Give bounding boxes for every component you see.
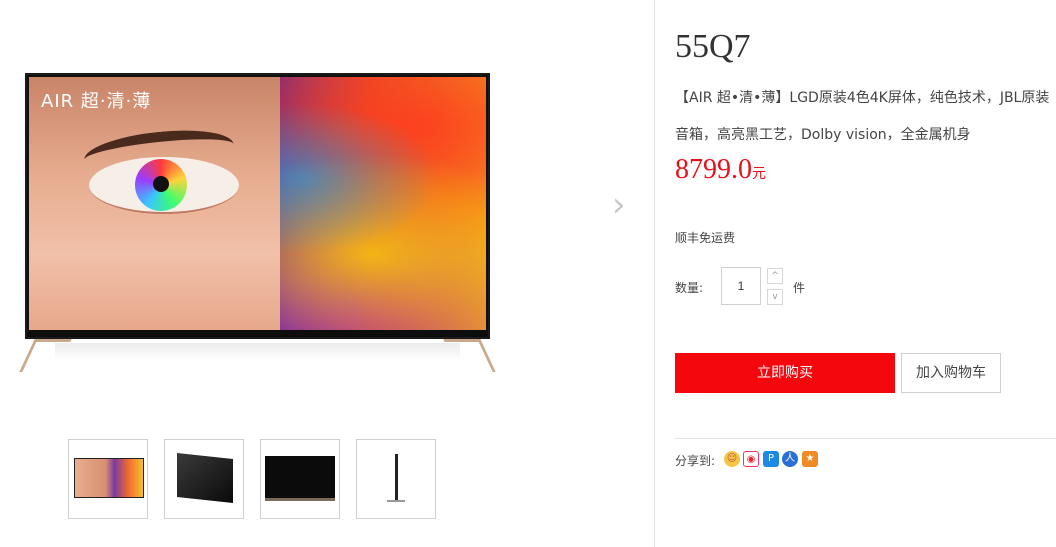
tv-reflection: [55, 343, 460, 361]
quantity-label: 数量:: [675, 281, 704, 295]
weibo-icon[interactable]: ◉: [743, 451, 759, 467]
share-label: 分享到:: [675, 454, 716, 468]
quantity-unit: 件: [793, 281, 806, 295]
price-value: 8799.0: [675, 154, 752, 185]
thumbnail-front-view[interactable]: [68, 439, 148, 519]
add-to-cart-button[interactable]: 加入购物车: [901, 353, 1001, 393]
qzone-icon[interactable]: ☺: [724, 451, 740, 467]
quantity-increase-button[interactable]: ^: [767, 268, 783, 284]
tv-bottom-bezel: [27, 330, 488, 337]
product-price: 8799.0元: [675, 154, 766, 186]
product-title: 55Q7: [675, 28, 751, 65]
thumbnail-image: [74, 458, 144, 498]
thumbnail-stand: [387, 500, 405, 506]
shipping-info: 顺丰免运费: [675, 231, 736, 245]
panel-divider: [654, 0, 655, 547]
tv-screen-eye: [89, 157, 239, 214]
thumbnail-image: [395, 454, 398, 500]
quantity-decrease-button[interactable]: v: [767, 289, 783, 305]
tv-screen-logo: AIR 超·清·薄: [41, 91, 152, 112]
next-image-arrow-icon[interactable]: ›: [612, 188, 638, 222]
renren-icon[interactable]: 人: [782, 451, 798, 467]
quantity-input[interactable]: [721, 267, 761, 305]
tv-screen: AIR 超·清·薄: [29, 77, 486, 330]
thumbnail-image: [265, 456, 335, 501]
main-product-image: AIR 超·清·薄: [19, 73, 496, 372]
product-description: 【AIR 超•清•薄】LGD原装4色4K屏体，纯色技术，JBL原装音箱，高亮黑工…: [675, 90, 1050, 143]
thumbnail-angle-view[interactable]: [164, 439, 244, 519]
thumbnail-back-view[interactable]: [260, 439, 340, 519]
section-divider: [675, 438, 1056, 439]
thumbnail-side-view[interactable]: [356, 439, 436, 519]
price-unit: 元: [752, 166, 766, 182]
kaixin-icon[interactable]: ★: [802, 451, 818, 467]
tv-frame: AIR 超·清·薄: [25, 73, 490, 339]
tencent-weibo-icon[interactable]: P: [763, 451, 779, 467]
thumbnail-image: [177, 453, 233, 503]
tv-screen-pupil: [153, 176, 169, 192]
buy-now-button[interactable]: 立即购买: [675, 353, 895, 393]
